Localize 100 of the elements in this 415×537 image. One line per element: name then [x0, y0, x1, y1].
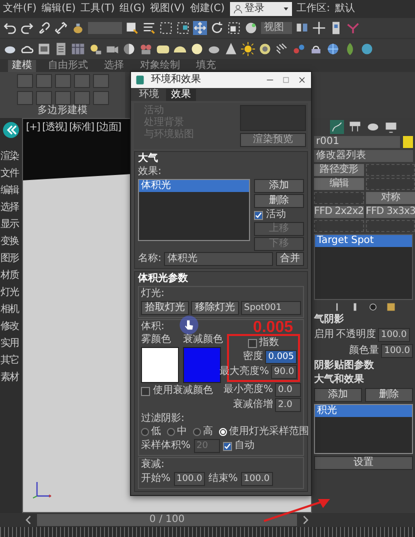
- cross-icon[interactable]: [312, 21, 326, 35]
- login-dropdown[interactable]: 登录: [230, 2, 292, 16]
- add-button[interactable]: 添加: [314, 388, 362, 402]
- dialog-tab[interactable]: 效果: [166, 89, 196, 101]
- active-checkbox[interactable]: [254, 210, 263, 220]
- remove-light-button[interactable]: 移除灯光: [191, 301, 239, 315]
- auto-checkbox[interactable]: [222, 442, 232, 450]
- menu-item[interactable]: 工具(T): [80, 3, 115, 15]
- command-panel-item[interactable]: 材质: [0, 270, 22, 282]
- color-swatch[interactable]: [141, 347, 179, 383]
- dialog-tab[interactable]: 环境: [134, 89, 164, 101]
- waves-icon[interactable]: [275, 42, 289, 56]
- menu-item[interactable]: 创建(C): [190, 3, 225, 15]
- radio-button[interactable]: [167, 428, 175, 436]
- square-icon[interactable]: [125, 21, 139, 35]
- modifier-button[interactable]: FFD 2x2x2: [314, 206, 364, 218]
- dashed-square-icon[interactable]: [176, 21, 190, 35]
- command-panel-item[interactable]: 实用: [0, 338, 22, 350]
- merge-button[interactable]: 合并: [276, 252, 304, 266]
- film-icon[interactable]: [139, 42, 153, 56]
- bulb-icon[interactable]: [88, 42, 102, 56]
- command-panel-item[interactable]: 素材: [0, 372, 22, 384]
- render-preview-button[interactable]: 渲染预览: [240, 133, 306, 147]
- list-icon[interactable]: [142, 21, 156, 35]
- light-dropdown[interactable]: Spot001: [241, 301, 301, 315]
- rollout-title[interactable]: 气阴影: [314, 314, 413, 326]
- modifier-list-dropdown[interactable]: 修改器列表: [314, 150, 413, 162]
- cone-icon[interactable]: [224, 42, 238, 56]
- globe-icon[interactable]: [326, 42, 340, 56]
- object-color-swatch[interactable]: [403, 136, 413, 148]
- add-button[interactable]: 添加: [254, 179, 304, 193]
- ribbon-tab[interactable]: 自由形式: [44, 60, 92, 72]
- modifier-button[interactable]: 路径变形: [314, 164, 364, 176]
- sun-icon[interactable]: [241, 42, 255, 56]
- document-icon[interactable]: [54, 42, 68, 56]
- ribbon-panel-label[interactable]: 多边形建模: [38, 105, 88, 117]
- command-panel-item[interactable]: 图形: [0, 253, 22, 265]
- command-panel-item[interactable]: 显示: [0, 219, 22, 231]
- menu-item[interactable]: 组(G): [120, 3, 146, 15]
- viewport-label[interactable]: [+] [透视] [标准] [边面]: [26, 122, 121, 134]
- delete-button[interactable]: 删除: [365, 388, 413, 402]
- color-swatch[interactable]: [183, 347, 221, 383]
- menu-item[interactable]: 视图(V): [150, 3, 185, 15]
- command-panel-item[interactable]: 渲染: [0, 151, 22, 163]
- command-panel-item[interactable]: 相机: [0, 304, 22, 316]
- curve-icon[interactable]: [330, 120, 344, 134]
- monitor-icon[interactable]: [384, 120, 398, 134]
- end-field[interactable]: 100.0: [240, 472, 273, 486]
- delete-button[interactable]: 删除: [254, 194, 304, 208]
- min-brightness-field[interactable]: 0.0: [275, 383, 301, 397]
- command-panel-item[interactable]: 灯光: [0, 287, 22, 299]
- sphere-icon[interactable]: [190, 42, 204, 56]
- collapse-icon[interactable]: [3, 122, 19, 138]
- sphere-icon[interactable]: [244, 21, 258, 35]
- object-name-field[interactable]: r001: [314, 136, 400, 148]
- view-dropdown[interactable]: 视图: [261, 22, 292, 34]
- modifier-button[interactable]: FFD 3x3x3: [366, 206, 415, 218]
- half-circle-icon[interactable]: [122, 42, 136, 56]
- setup-button[interactable]: 设置: [314, 456, 413, 470]
- globe-icon[interactable]: [360, 42, 374, 56]
- color-amount-field[interactable]: 100.0: [381, 344, 413, 358]
- frame-counter-field[interactable]: 0 / 100: [37, 514, 297, 526]
- scale-icon[interactable]: [227, 21, 241, 35]
- command-panel-item[interactable]: 选择: [0, 202, 22, 214]
- attenuation-multiplier-field[interactable]: 2.0: [275, 398, 301, 412]
- opacity-field[interactable]: 100.0: [378, 328, 410, 342]
- command-panel-item[interactable]: 文件: [0, 168, 22, 180]
- exponential-checkbox[interactable]: [248, 338, 257, 348]
- stack-item[interactable]: Target Spot: [315, 235, 412, 247]
- rollout-title[interactable]: 大气和效果: [314, 374, 413, 386]
- menu-item[interactable]: 编辑(E): [42, 3, 76, 15]
- rollout-title[interactable]: 阴影贴图参数: [314, 360, 413, 372]
- command-panel-item[interactable]: 编辑: [0, 185, 22, 197]
- rollout-title[interactable]: 大气: [138, 153, 304, 165]
- pick-light-button[interactable]: 拾取灯光: [141, 301, 189, 315]
- ribbon-tab[interactable]: 填充: [192, 60, 220, 72]
- undo-icon[interactable]: [3, 21, 17, 35]
- hierarchy-icon[interactable]: [348, 120, 362, 134]
- dashed-square-icon[interactable]: [159, 21, 173, 35]
- edit-icon[interactable]: [386, 302, 396, 312]
- ribbon-tab[interactable]: 建模: [8, 60, 36, 72]
- command-panel-item[interactable]: 其它: [0, 355, 22, 367]
- radio-button[interactable]: [193, 428, 201, 436]
- rotate-icon[interactable]: [210, 21, 224, 35]
- circle-icon[interactable]: [368, 302, 378, 312]
- rollout-title[interactable]: 体积光参数: [138, 273, 304, 285]
- max-brightness-field[interactable]: 90.0: [271, 365, 297, 379]
- command-panel-item[interactable]: 变换: [0, 236, 22, 248]
- ribbon-tab[interactable]: 选择: [100, 60, 128, 72]
- use-attenuation-checkbox[interactable]: [141, 386, 150, 396]
- dots-icon[interactable]: [292, 42, 306, 56]
- start-field[interactable]: 100.0: [174, 472, 206, 486]
- close-icon[interactable]: [297, 75, 307, 85]
- effect-item[interactable]: 体积光: [139, 180, 249, 192]
- density-field[interactable]: 0.005: [265, 350, 297, 364]
- command-panel-item[interactable]: 修改: [0, 321, 22, 333]
- grid-icon[interactable]: [71, 42, 85, 56]
- ribbon-tab[interactable]: 对象绘制: [136, 60, 184, 72]
- ring-icon[interactable]: [258, 42, 272, 56]
- redo-icon[interactable]: [20, 21, 34, 35]
